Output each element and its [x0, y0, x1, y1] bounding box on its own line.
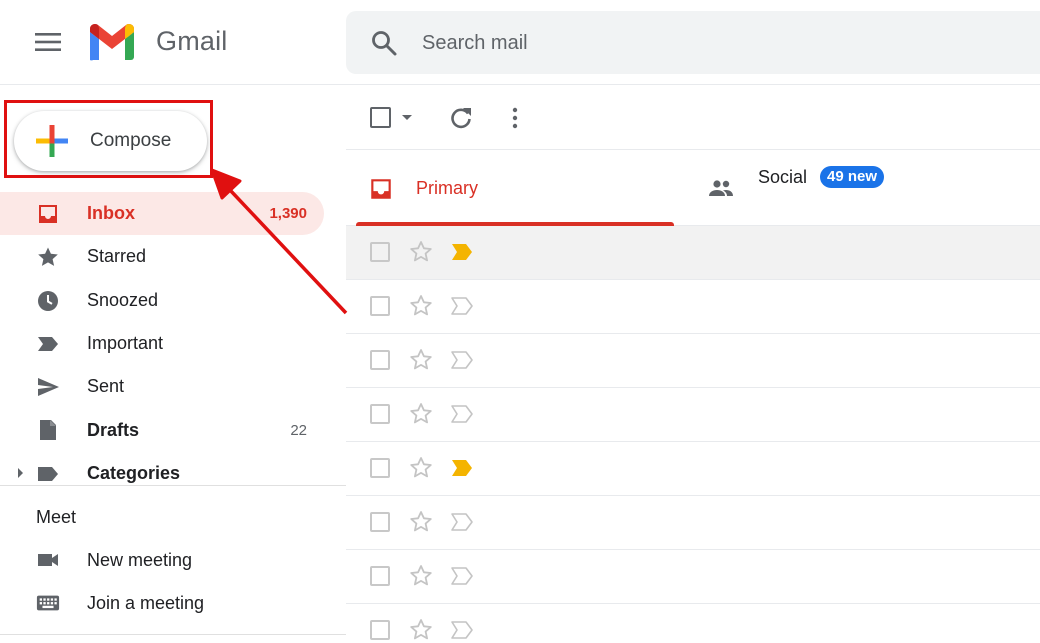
- sidebar-item-drafts[interactable]: Drafts 22: [0, 408, 324, 451]
- important-icon: [36, 332, 60, 356]
- sidebar-item-categories[interactable]: Categories: [0, 452, 324, 495]
- meet-item-label: Join a meeting: [87, 593, 205, 613]
- sidebar-item-label: Drafts: [87, 419, 140, 440]
- search-icon[interactable]: [370, 29, 398, 57]
- draft-count: 22: [290, 421, 307, 439]
- sidebar-divider: [0, 485, 346, 486]
- sidebar-item-snoozed[interactable]: Snoozed: [0, 279, 324, 322]
- star-icon[interactable]: [408, 293, 434, 319]
- table-row[interactable]: [346, 226, 1040, 280]
- sidebar-item-sent[interactable]: Sent: [0, 365, 324, 408]
- tab-label: Primary: [416, 178, 478, 198]
- table-row[interactable]: [346, 388, 1040, 442]
- table-row[interactable]: [346, 280, 1040, 334]
- new-count-badge: 49 new: [820, 166, 885, 188]
- hamburger-menu-icon: [35, 33, 61, 51]
- compose-label: Compose: [90, 130, 172, 151]
- keyboard-icon: [36, 591, 60, 615]
- sidebar-nav: Inbox 1,390 Starred Snoozed Important Se…: [0, 192, 346, 495]
- select-options-dropdown-icon[interactable]: [402, 115, 412, 120]
- send-icon: [36, 375, 60, 399]
- meet-item-new-meeting[interactable]: New meeting: [0, 540, 346, 583]
- sidebar-item-important[interactable]: Important: [0, 322, 324, 365]
- important-marker-icon[interactable]: [450, 351, 474, 369]
- important-marker-icon[interactable]: [450, 459, 474, 477]
- expand-arrow-icon[interactable]: [18, 467, 23, 478]
- tab-primary[interactable]: Primary: [356, 150, 674, 226]
- star-icon[interactable]: [408, 347, 434, 373]
- tab-label: Social: [758, 167, 808, 187]
- email-list: [346, 226, 1040, 643]
- table-row[interactable]: [346, 604, 1040, 643]
- main-menu-button[interactable]: [28, 22, 68, 62]
- refresh-icon[interactable]: [447, 104, 475, 132]
- sidebar-item-label: Categories: [87, 462, 181, 483]
- meet-item-label: New meeting: [87, 550, 193, 570]
- important-marker-icon[interactable]: [450, 405, 474, 423]
- row-checkbox[interactable]: [370, 620, 390, 640]
- sidebar-item-inbox[interactable]: Inbox 1,390: [0, 192, 324, 236]
- top-header: Gmail: [0, 0, 1040, 85]
- more-options-icon[interactable]: [501, 104, 529, 132]
- table-row[interactable]: [346, 550, 1040, 604]
- meet-section-title: Meet: [36, 507, 77, 527]
- sidebar-bottom-divider: [0, 634, 346, 635]
- meet-item-join-meeting[interactable]: Join a meeting: [0, 583, 346, 626]
- select-all-checkbox[interactable]: [370, 107, 391, 128]
- row-checkbox[interactable]: [370, 512, 390, 532]
- plus-icon: [36, 125, 68, 157]
- inbox-icon: [36, 202, 60, 226]
- star-icon[interactable]: [408, 509, 434, 535]
- draft-icon: [36, 418, 60, 442]
- table-row[interactable]: [346, 334, 1040, 388]
- row-checkbox[interactable]: [370, 296, 390, 316]
- sidebar-item-starred[interactable]: Starred: [0, 235, 324, 278]
- star-icon: [36, 245, 60, 269]
- sidebar-item-label: Important: [87, 333, 164, 354]
- star-icon[interactable]: [408, 563, 434, 589]
- row-checkbox[interactable]: [370, 458, 390, 478]
- sidebar-item-label: Inbox: [87, 203, 135, 224]
- unread-count: 1,390: [269, 205, 307, 223]
- clock-icon: [36, 289, 60, 313]
- star-icon[interactable]: [408, 401, 434, 427]
- important-marker-icon[interactable]: [450, 567, 474, 585]
- compose-button[interactable]: Compose: [14, 111, 207, 171]
- row-checkbox[interactable]: [370, 242, 390, 262]
- important-marker-icon[interactable]: [450, 621, 474, 639]
- sidebar-item-label: Sent: [87, 376, 125, 397]
- star-icon[interactable]: [408, 617, 434, 643]
- search-input[interactable]: [422, 27, 982, 59]
- sidebar-item-label: Starred: [87, 246, 147, 267]
- people-icon: [709, 180, 733, 196]
- app-name: Gmail: [156, 26, 228, 56]
- row-checkbox[interactable]: [370, 350, 390, 370]
- important-marker-icon[interactable]: [450, 243, 474, 261]
- category-tabs: Primary Social 49 new: [346, 150, 1040, 226]
- row-checkbox[interactable]: [370, 404, 390, 424]
- mail-toolbar: [346, 86, 1040, 150]
- table-row[interactable]: [346, 442, 1040, 496]
- star-icon[interactable]: [408, 239, 434, 265]
- gmail-logo-icon[interactable]: [86, 22, 138, 62]
- search-bar[interactable]: [346, 11, 1040, 74]
- sidebar-item-label: Snoozed: [87, 289, 159, 310]
- compose-highlight-box: Compose: [4, 100, 213, 178]
- tab-social[interactable]: Social 49 new: [702, 150, 1040, 226]
- inbox-icon: [371, 179, 391, 199]
- star-icon[interactable]: [408, 455, 434, 481]
- video-camera-icon: [36, 548, 60, 572]
- important-marker-icon[interactable]: [450, 513, 474, 531]
- row-checkbox[interactable]: [370, 566, 390, 586]
- important-marker-icon[interactable]: [450, 297, 474, 315]
- label-icon: [36, 462, 60, 486]
- table-row[interactable]: [346, 496, 1040, 550]
